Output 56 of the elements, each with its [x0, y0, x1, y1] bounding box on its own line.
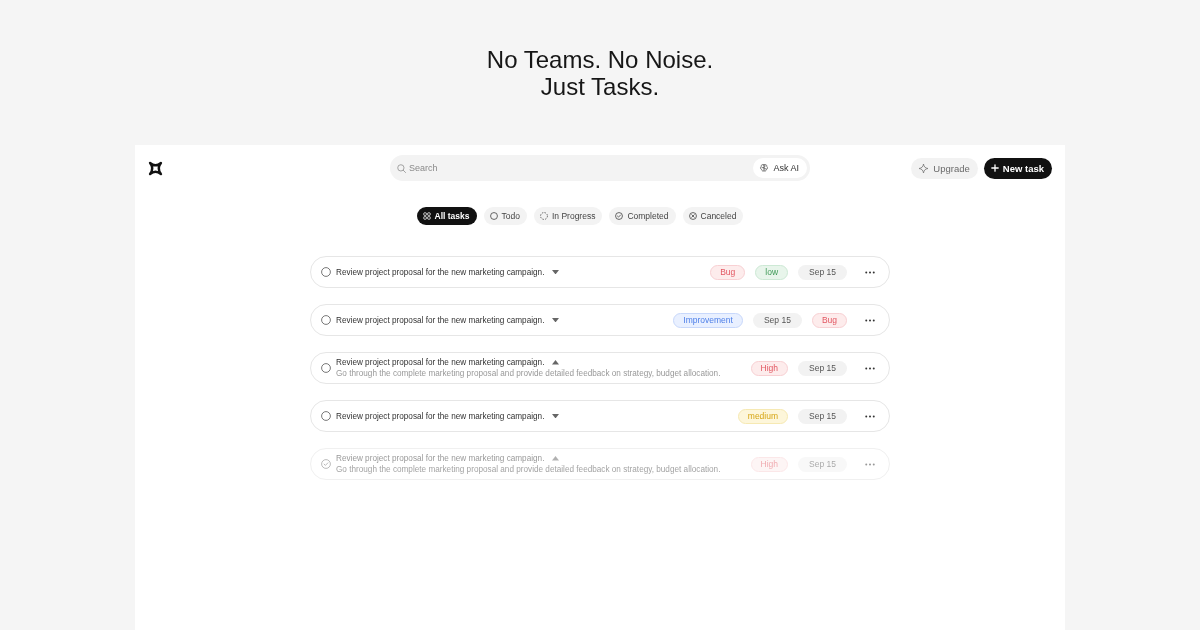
- ask-ai-button[interactable]: Ask AI: [753, 158, 807, 178]
- task-row[interactable]: Review project proposal for the new marketing campaign. Improvement Sep 15 Bug: [310, 304, 890, 336]
- more-icon[interactable]: [865, 366, 875, 370]
- task-tag: High: [750, 360, 789, 376]
- caret-down-icon[interactable]: [552, 413, 560, 419]
- task-title: Review project proposal for the new marketing campaign.: [336, 358, 545, 367]
- circle-icon[interactable]: [321, 267, 331, 277]
- more-icon[interactable]: [865, 318, 875, 322]
- task-row[interactable]: Review project proposal for the new marketing campaign. Bug low Sep 15: [310, 256, 890, 288]
- date-tag: Sep 15: [798, 360, 847, 376]
- date-tag: Sep 15: [798, 264, 847, 280]
- task-tag: Bug: [811, 312, 847, 328]
- task-tag: medium: [737, 408, 789, 424]
- task-title: Review project proposal for the new marketing campaign.: [336, 454, 545, 463]
- dashed-circle-icon: [539, 212, 548, 220]
- circle-icon[interactable]: [321, 315, 331, 325]
- circle-icon: [489, 212, 498, 220]
- brain-icon: [759, 163, 770, 173]
- check-circle-icon: [615, 212, 624, 220]
- grid-icon: [422, 212, 431, 220]
- circle-icon[interactable]: [321, 411, 331, 421]
- headline: No Teams. No Noise. Just Tasks.: [486, 45, 714, 100]
- search-icon: [397, 163, 406, 173]
- check-circle-icon[interactable]: [321, 459, 331, 469]
- logo-icon: [148, 160, 163, 176]
- filter-tab[interactable]: Canceled: [682, 207, 744, 225]
- caret-down-icon[interactable]: [552, 269, 560, 275]
- caret-down-icon[interactable]: [552, 317, 560, 323]
- filter-tab[interactable]: In Progress: [533, 207, 603, 225]
- task-tag: Improvement: [673, 312, 743, 328]
- date-tag: Sep 15: [798, 456, 847, 472]
- filter-tab[interactable]: All tasks: [416, 207, 477, 225]
- task-tag: low: [755, 264, 789, 280]
- filter-tab[interactable]: Completed: [609, 207, 676, 225]
- more-icon[interactable]: [865, 270, 875, 274]
- x-circle-icon: [688, 212, 697, 220]
- task-tag: Bug: [710, 264, 746, 280]
- date-tag: Sep 15: [798, 408, 847, 424]
- caret-up-icon[interactable]: [552, 360, 560, 365]
- task-title: Review project proposal for the new marketing campaign.: [336, 411, 545, 421]
- task-title: Review project proposal for the new marketing campaign.: [336, 267, 545, 277]
- plus-icon: [990, 164, 999, 172]
- circle-icon[interactable]: [321, 363, 331, 373]
- task-row[interactable]: Review project proposal for the new marketing campaign. medium Sep 15: [310, 400, 890, 432]
- sparkle-icon: [918, 162, 930, 174]
- upgrade-button[interactable]: Upgrade: [911, 157, 978, 179]
- new-task-button[interactable]: New task: [983, 157, 1052, 179]
- task-row[interactable]: Review project proposal for the new marketing campaign. Go through the complete marketing proposal and provide detailed feedback on strategy, budget allocation. High Sep 15: [310, 352, 890, 384]
- more-icon[interactable]: [865, 414, 875, 418]
- task-description: Go through the complete marketing proposal and provide detailed feedback on strategy, budget allocation.: [336, 369, 721, 378]
- filter-tab[interactable]: Todo: [483, 207, 527, 225]
- task-tag: High: [750, 456, 789, 472]
- task-title: Review project proposal for the new marketing campaign.: [336, 315, 545, 325]
- search-field[interactable]: Search Ask AI: [390, 155, 810, 181]
- date-tag: Sep 15: [752, 312, 802, 328]
- task-description: Go through the complete marketing proposal and provide detailed feedback on strategy, budget allocation.: [336, 465, 721, 474]
